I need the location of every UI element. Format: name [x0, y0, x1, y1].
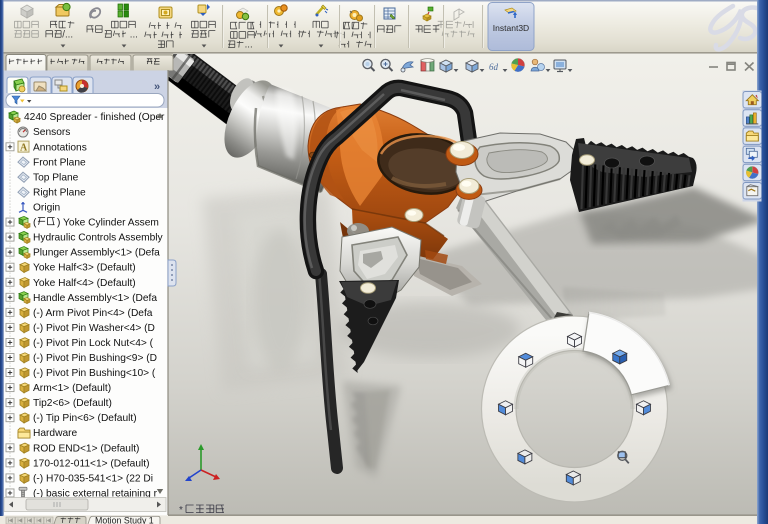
svg-text:Yoke Half<4> (Default): Yoke Half<4> (Default): [33, 278, 136, 289]
svg-text:(-) H70-035-541<1> (22 Di: (-) H70-035-541<1> (22 Di: [33, 473, 153, 484]
svg-text:(-) Pivot Pin Bushing<9> (D: (-) Pivot Pin Bushing<9> (D: [33, 353, 157, 364]
svg-text:6d: 6d: [489, 62, 499, 72]
svg-text:Hardware: Hardware: [33, 428, 77, 439]
svg-text:...: ...: [130, 29, 138, 40]
svg-text:Origin: Origin: [33, 203, 60, 214]
svg-text:(-) Pivot Pin Washer<4> (D: (-) Pivot Pin Washer<4> (D: [33, 323, 155, 334]
svg-text:Tip2<6> (Default): Tip2<6> (Default): [33, 398, 112, 409]
svg-text:(-) Pivot Pin Bushing<10> (: (-) Pivot Pin Bushing<10> (: [33, 368, 156, 379]
svg-text:(-) Arm Pivot Pin<4> (Defa: (-) Arm Pivot Pin<4> (Defa: [33, 308, 153, 319]
svg-text:Handle Assembly<1> (Defa: Handle Assembly<1> (Defa: [33, 293, 157, 304]
svg-text:...: ...: [245, 40, 253, 51]
svg-text:Sensors: Sensors: [33, 127, 70, 138]
svg-text:(: (: [33, 218, 37, 229]
svg-text:ROD END<1> (Default): ROD END<1> (Default): [33, 443, 139, 454]
svg-text:Annotations: Annotations: [33, 142, 87, 153]
svg-text:Plunger Assembly<1> (Defa: Plunger Assembly<1> (Defa: [33, 248, 160, 259]
svg-text:170-012-011<1> (Default): 170-012-011<1> (Default): [33, 458, 149, 469]
svg-text:Motion Study 1: Motion Study 1: [95, 516, 154, 524]
svg-text:Instant3D: Instant3D: [493, 23, 529, 33]
svg-text:Front Plane: Front Plane: [33, 157, 86, 168]
svg-text:Top Plane: Top Plane: [33, 172, 79, 183]
svg-text:*: *: [179, 505, 183, 516]
svg-text:A: A: [20, 143, 28, 154]
svg-text:»: »: [154, 81, 160, 93]
svg-text:Right Plane: Right Plane: [33, 187, 86, 198]
svg-text:/...: /...: [62, 29, 73, 40]
svg-text:Yoke Half<3> (Default): Yoke Half<3> (Default): [33, 263, 136, 274]
svg-text:) Yoke Cylinder Assem: ) Yoke Cylinder Assem: [57, 218, 159, 229]
svg-text:(-) Pivot Pin Lock Nut<4> (: (-) Pivot Pin Lock Nut<4> (: [33, 338, 154, 349]
svg-text:Hydraulic Controls Assembly: Hydraulic Controls Assembly: [33, 233, 164, 244]
svg-text:Arm<1> (Default): Arm<1> (Default): [33, 383, 111, 394]
svg-text:4240 Spreader - finished (Ope: 4240 Spreader - finished (Oper: [24, 112, 165, 123]
svg-text:(-) Tip Pin<6> (Default): (-) Tip Pin<6> (Default): [33, 413, 137, 424]
